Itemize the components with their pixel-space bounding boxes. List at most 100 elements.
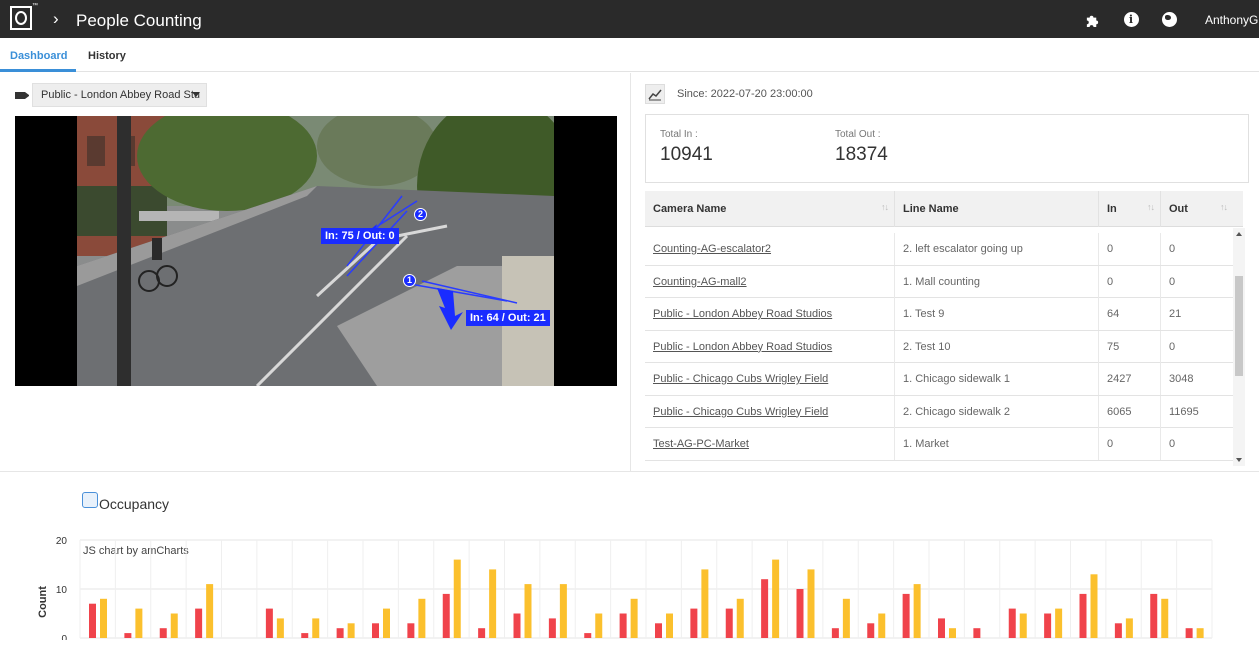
in-count-cell: 75 (1099, 330, 1161, 363)
chart-bar (559, 584, 567, 638)
y-tick-label: 10 (56, 585, 68, 596)
table-row[interactable]: Test-AG-PC-Market 1. Market 0 0 (645, 428, 1233, 461)
in-count-cell: 0 (1099, 233, 1161, 265)
column-header-line-name[interactable]: Line Name (895, 191, 1099, 227)
chart-bar (513, 613, 521, 638)
line-count-label-2: In: 75 / Out: 0 (321, 228, 399, 244)
out-count-cell: 21 (1169, 308, 1182, 320)
chart-bar (725, 608, 733, 638)
chart-bar (690, 608, 698, 638)
table-row[interactable]: Public - London Abbey Road Studios 1. Tes… (645, 298, 1233, 331)
scrollbar-thumb[interactable] (1235, 276, 1243, 376)
chart-bar (1196, 628, 1204, 638)
chart-bar (630, 598, 638, 638)
page-title: People Counting (76, 11, 202, 30)
camera-panel: Public - London Abbey Road Stu 2 In: 75 … (0, 73, 630, 471)
chart-bar (442, 593, 450, 638)
camera-name-link[interactable]: Public - London Abbey Road Studios (645, 298, 895, 330)
table-row[interactable]: Counting-AG-mall2 1. Mall counting 0 0 (645, 265, 1233, 298)
column-header-out[interactable]: Out ↑↓ (1161, 191, 1233, 227)
tab-dashboard[interactable]: Dashboard (10, 50, 67, 62)
chevron-down-icon (192, 92, 200, 97)
table-scrollbar[interactable] (1233, 228, 1245, 466)
chart-bar (206, 584, 214, 638)
table-row[interactable]: Public - Chicago Cubs Wrigley Field 2. Ch… (645, 395, 1233, 428)
camera-select[interactable]: Public - London Abbey Road Stu (32, 83, 207, 107)
camera-name-link[interactable]: Test-AG-PC-Market (645, 428, 895, 460)
trend-chart-icon[interactable] (645, 84, 665, 104)
line-name-cell: 1. Market (895, 428, 1099, 460)
column-header-camera-name[interactable]: Camera Name ↑↓ (645, 191, 895, 227)
total-in-label: Total In : (660, 129, 698, 140)
column-header-in[interactable]: In ↑↓ (1099, 191, 1161, 227)
chart-bar (1019, 613, 1027, 638)
camera-name-link[interactable]: Counting-AG-mall2 (645, 265, 895, 298)
chart-bar (1125, 618, 1133, 638)
info-icon[interactable]: i (1122, 10, 1140, 28)
video-camera-icon (15, 92, 29, 99)
chart-bar (124, 633, 132, 638)
table-row[interactable]: Counting-AG-escalator2 2. left escalator … (645, 233, 1233, 266)
y-axis-label: Count (37, 586, 49, 618)
chart-bar (170, 613, 178, 638)
y-tick-label: 20 (56, 536, 68, 547)
line-badge-2: 2 (414, 208, 427, 221)
chart-bar (878, 613, 886, 638)
line-name-cell: 1. Chicago sidewalk 1 (895, 363, 1099, 395)
total-out-label: Total Out : (835, 129, 881, 140)
chart-bar (1090, 574, 1098, 638)
chart-bar (736, 598, 744, 638)
scroll-down-icon[interactable] (1236, 458, 1242, 462)
chart-bar (418, 598, 426, 638)
camera-select-value: Public - London Abbey Road Stu (41, 89, 201, 101)
chart-bar (701, 569, 709, 638)
table-header: Camera Name ↑↓ Line Name In ↑↓ Out ↑↓ (645, 191, 1243, 227)
camera-name-link[interactable]: Public - London Abbey Road Studios (645, 330, 895, 363)
scroll-up-icon[interactable] (1236, 232, 1242, 236)
chart-bar (867, 623, 875, 638)
active-tab-indicator (0, 69, 76, 72)
chart-bar (407, 623, 415, 638)
chart-bar (655, 623, 662, 638)
chart-bar (195, 608, 203, 638)
chart-bar (842, 598, 850, 638)
camera-name-link[interactable]: Public - Chicago Cubs Wrigley Field (645, 363, 895, 395)
chart-bar (276, 618, 284, 638)
chart-bar (135, 608, 143, 638)
breadcrumb-chevron-icon: › (53, 9, 59, 28)
user-menu[interactable]: AnthonyG (1205, 13, 1258, 27)
out-count-cell: 0 (1169, 340, 1176, 353)
app-logo[interactable] (10, 6, 32, 30)
camera-name-link[interactable]: Public - Chicago Cubs Wrigley Field (645, 395, 895, 428)
chart-bar (595, 613, 603, 638)
globe-icon[interactable] (1160, 10, 1178, 28)
table-row[interactable]: Public - London Abbey Road Studios 2. Tes… (645, 330, 1233, 363)
chart-bar (265, 608, 273, 638)
chart-bar (666, 613, 673, 638)
tab-bar: Dashboard History (0, 38, 1259, 72)
chart-bar (584, 633, 592, 638)
line-name-cell: 2. Chicago sidewalk 2 (895, 395, 1099, 428)
chart-bar (796, 589, 804, 638)
total-out-value: 18374 (835, 144, 888, 165)
occupancy-chart-svg: 20 10 0 Count (37, 536, 1213, 645)
top-bar: ™ › People Counting i AnthonyG (0, 0, 1259, 38)
table-body[interactable]: Counting-AG-escalator2 2. left escalator … (645, 233, 1233, 463)
chart-bar (312, 618, 320, 638)
sort-icon: ↑↓ (1147, 202, 1155, 212)
occupancy-legend-checkbox[interactable] (82, 492, 98, 508)
table-row[interactable]: Public - Chicago Cubs Wrigley Field 1. Ch… (645, 363, 1233, 396)
chart-bar (807, 569, 815, 638)
line-name-cell: 2. left escalator going up (895, 233, 1099, 265)
chart-bar (383, 608, 390, 638)
video-player[interactable]: 2 In: 75 / Out: 0 1 In: 64 / Out: 21 (15, 116, 617, 386)
tab-history[interactable]: History (88, 50, 126, 62)
puzzle-icon[interactable] (1083, 10, 1101, 28)
line-name-cell: 2. Test 10 (895, 330, 1099, 363)
line-badge-1: 1 (403, 274, 416, 287)
in-count-cell: 2427 (1099, 363, 1161, 395)
chart-bar (89, 603, 96, 638)
trademark-mark: ™ (32, 3, 38, 9)
chart-bar (336, 628, 344, 638)
camera-name-link[interactable]: Counting-AG-escalator2 (645, 233, 895, 265)
